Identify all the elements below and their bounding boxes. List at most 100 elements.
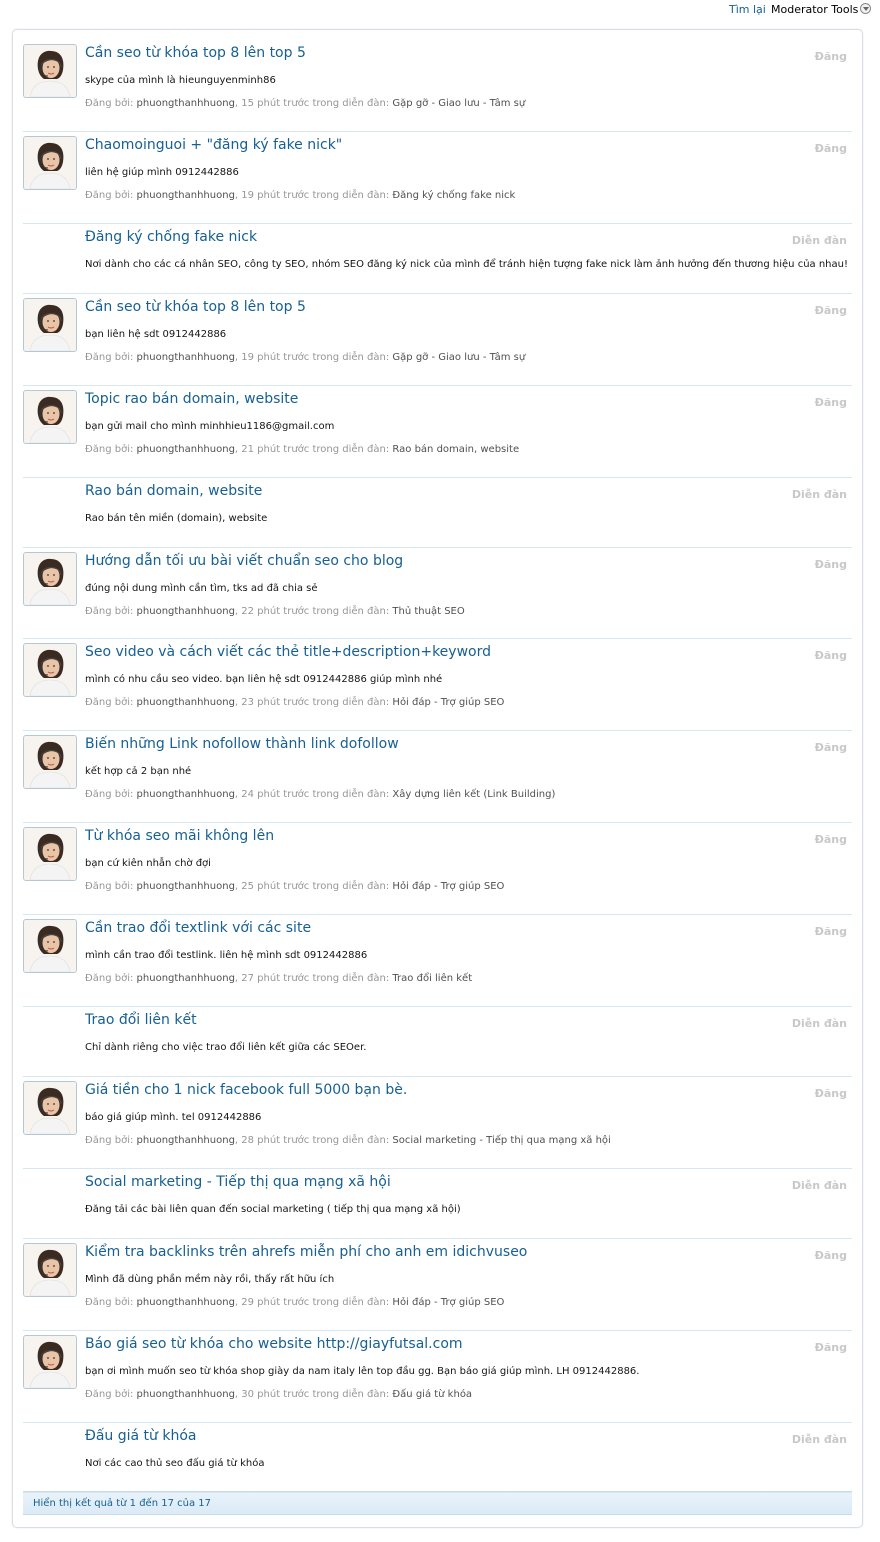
meta-posted-by-label: Đăng bởi:: [85, 789, 137, 800]
post-time: , 25 phút trước trong diễn đàn:: [234, 881, 393, 892]
avatar[interactable]: [23, 1335, 77, 1389]
author-link[interactable]: phuongthanhhuong: [137, 190, 235, 201]
avatar[interactable]: [23, 1243, 77, 1297]
forum-link[interactable]: Social marketing - Tiếp thị qua mạng xã …: [392, 1135, 610, 1146]
forum-link[interactable]: Đăng ký chống fake nick: [392, 190, 515, 201]
result-meta: Đăng bởi: phuongthanhhuong, 24 phút trướ…: [85, 789, 555, 800]
forum-link[interactable]: Gặp gỡ - Giao lưu - Tâm sự: [392, 98, 525, 109]
avatar[interactable]: [23, 735, 77, 789]
result-title-link[interactable]: Rao bán domain, website: [85, 483, 262, 499]
author-link[interactable]: phuongthanhhuong: [137, 444, 235, 455]
forum-link[interactable]: Xây dựng liên kết (Link Building): [392, 789, 555, 800]
content-type-label: Đăng: [814, 396, 847, 409]
post-time: , 19 phút trước trong diễn đàn:: [234, 190, 393, 201]
avatar[interactable]: [23, 390, 77, 444]
avatar[interactable]: [23, 552, 77, 606]
forum-link[interactable]: Thủ thuật SEO: [392, 606, 464, 617]
author-link[interactable]: phuongthanhhuong: [137, 697, 235, 708]
result-title-link[interactable]: Social marketing - Tiếp thị qua mạng xã …: [85, 1174, 391, 1190]
result-title-link[interactable]: Báo giá seo từ khóa cho website http://g…: [85, 1336, 463, 1352]
post-time: , 21 phút trước trong diễn đàn:: [234, 444, 393, 455]
result-title-link[interactable]: Cần seo từ khóa top 8 lên top 5: [85, 45, 306, 61]
forum-link[interactable]: Rao bán domain, website: [392, 444, 519, 455]
avatar[interactable]: [23, 827, 77, 881]
result-meta: Đăng bởi: phuongthanhhuong, 15 phút trướ…: [85, 98, 525, 109]
result-meta: Đăng bởi: phuongthanhhuong, 21 phút trướ…: [85, 444, 519, 455]
result-snippet: skype của mình là hieunguyenminh86: [85, 75, 276, 86]
chevron-down-icon[interactable]: [860, 3, 872, 14]
result-snippet: kết hợp cả 2 bạn nhé: [85, 766, 192, 777]
forum-link[interactable]: Hỏi đáp - Trợ giúp SEO: [392, 1297, 504, 1308]
search-again-link[interactable]: Tìm lại: [729, 3, 766, 16]
content-type-label: Đăng: [814, 741, 847, 754]
result-title-link[interactable]: Biến những Link nofollow thành link dofo…: [85, 736, 399, 752]
avatar[interactable]: [23, 643, 77, 697]
content-type-label: Diễn đàn: [791, 488, 847, 501]
result-title-link[interactable]: Chaomoinguoi + "đăng ký fake nick": [85, 137, 342, 153]
forum-link[interactable]: Trao đổi liên kết: [392, 973, 472, 984]
result-snippet: Đăng tải các bài liên quan đến social ma…: [85, 1204, 461, 1215]
result-title-link[interactable]: Đăng ký chống fake nick: [85, 229, 257, 245]
result-snippet: bạn ơi mình muốn seo từ khóa shop giày d…: [85, 1366, 640, 1377]
forum-link[interactable]: Hỏi đáp - Trợ giúp SEO: [392, 881, 504, 892]
moderator-tools-menu[interactable]: Moderator Tools: [771, 3, 872, 16]
meta-posted-by-label: Đăng bởi:: [85, 606, 137, 617]
search-result-item: Đấu giá từ khóa Nơi các cao thủ seo đấu g…: [23, 1423, 852, 1493]
result-snippet: bạn liên hệ sdt 0912442886: [85, 329, 227, 340]
result-meta: Đăng bởi: phuongthanhhuong, 23 phút trướ…: [85, 697, 504, 708]
result-title-link[interactable]: Từ khóa seo mãi không lên: [85, 828, 274, 844]
result-title-link[interactable]: Đấu giá từ khóa: [85, 1428, 197, 1444]
author-link[interactable]: phuongthanhhuong: [137, 606, 235, 617]
avatar[interactable]: [23, 298, 77, 352]
avatar[interactable]: [23, 1081, 77, 1135]
content-type-label: Diễn đàn: [791, 234, 847, 247]
avatar[interactable]: [23, 136, 77, 190]
result-title-link[interactable]: Topic rao bán domain, website: [85, 391, 298, 407]
forum-link[interactable]: Gặp gỡ - Giao lưu - Tâm sự: [392, 352, 525, 363]
result-title-link[interactable]: Giá tiền cho 1 nick facebook full 5000 b…: [85, 1082, 407, 1098]
result-meta: Đăng bởi: phuongthanhhuong, 19 phút trướ…: [85, 190, 515, 201]
result-title-link[interactable]: Seo video và cách viết các thẻ title+des…: [85, 644, 491, 660]
post-time: , 29 phút trước trong diễn đàn:: [234, 1297, 393, 1308]
avatar[interactable]: [23, 919, 77, 973]
content-type-label: Đăng: [814, 1249, 847, 1262]
avatar[interactable]: [23, 44, 77, 98]
author-link[interactable]: phuongthanhhuong: [137, 1135, 235, 1146]
result-title-link[interactable]: Trao đổi liên kết: [85, 1012, 197, 1028]
result-title-link[interactable]: Cần seo từ khóa top 8 lên top 5: [85, 299, 306, 315]
post-time: , 22 phút trước trong diễn đàn:: [234, 606, 393, 617]
author-link[interactable]: phuongthanhhuong: [137, 1389, 235, 1400]
result-meta: Đăng bởi: phuongthanhhuong, 29 phút trướ…: [85, 1297, 504, 1308]
meta-posted-by-label: Đăng bởi:: [85, 881, 137, 892]
search-result-item: Cần trao đổi textlink với các site mình c…: [23, 915, 852, 1007]
search-result-item: Trao đổi liên kết Chỉ dành riêng cho việc…: [23, 1007, 852, 1077]
author-link[interactable]: phuongthanhhuong: [137, 881, 235, 892]
result-meta: Đăng bởi: phuongthanhhuong, 25 phút trướ…: [85, 881, 504, 892]
result-title-link[interactable]: Cần trao đổi textlink với các site: [85, 920, 311, 936]
forum-link[interactable]: Đấu giá từ khóa: [392, 1389, 472, 1400]
post-time: , 15 phút trước trong diễn đàn:: [234, 98, 393, 109]
result-snippet: bạn gửi mail cho mình minhhieu1186@gmail…: [85, 421, 335, 432]
content-type-label: Đăng: [814, 1087, 847, 1100]
forum-link[interactable]: Hỏi đáp - Trợ giúp SEO: [392, 697, 504, 708]
author-link[interactable]: phuongthanhhuong: [137, 973, 235, 984]
top-bar: Tìm lại Moderator Tools: [0, 0, 880, 18]
result-snippet: Mình đã dùng phần mềm này rồi, thấy rất …: [85, 1274, 335, 1285]
meta-posted-by-label: Đăng bởi:: [85, 1389, 137, 1400]
result-snippet: báo giá giúp mình. tel 0912442886: [85, 1112, 262, 1123]
search-result-item: Seo video và cách viết các thẻ title+des…: [23, 639, 852, 731]
result-title-link[interactable]: Kiểm tra backlinks trên ahrefs miễn phí …: [85, 1244, 527, 1260]
author-link[interactable]: phuongthanhhuong: [137, 1297, 235, 1308]
result-title-link[interactable]: Hướng dẫn tối ưu bài viết chuẩn seo cho …: [85, 553, 403, 569]
author-link[interactable]: phuongthanhhuong: [137, 352, 235, 363]
search-result-item: Topic rao bán domain, website bạn gửi mai…: [23, 386, 852, 478]
result-snippet: mình cần trao đổi testlink. liên hệ mình…: [85, 950, 368, 961]
moderator-tools-label: Moderator Tools: [771, 3, 859, 16]
author-link[interactable]: phuongthanhhuong: [137, 789, 235, 800]
author-link[interactable]: phuongthanhhuong: [137, 98, 235, 109]
post-time: , 27 phút trước trong diễn đàn:: [234, 973, 393, 984]
post-time: , 28 phút trước trong diễn đàn:: [234, 1135, 393, 1146]
result-snippet: Chỉ dành riêng cho việc trao đổi liên kế…: [85, 1042, 367, 1053]
search-result-item: Báo giá seo từ khóa cho website http://g…: [23, 1331, 852, 1423]
post-time: , 30 phút trước trong diễn đàn:: [234, 1389, 393, 1400]
